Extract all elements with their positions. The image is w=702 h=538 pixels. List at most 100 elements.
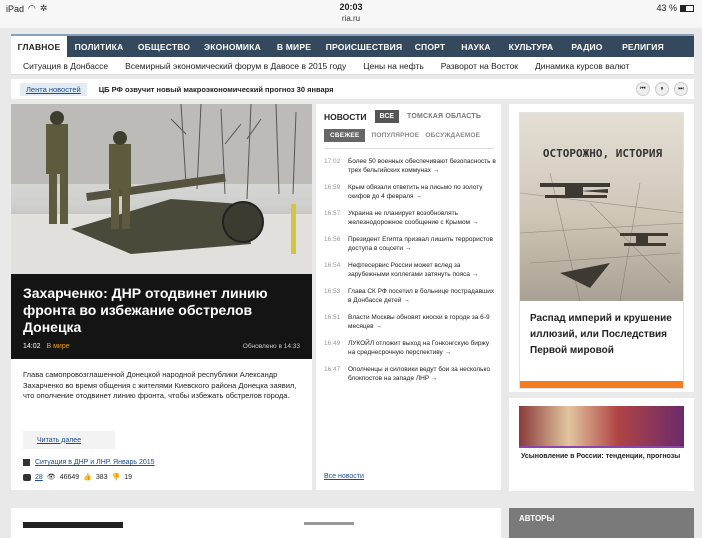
nav-item-incidents[interactable]: ПРОИСШЕСТВИЯ <box>320 36 408 57</box>
lead-story: Захарченко: ДНР отодвинет линию фронта в… <box>11 104 312 490</box>
promo-block[interactable]: Усыновление в России: тенденции, прогноз… <box>509 398 694 491</box>
comments-icon <box>23 473 31 481</box>
ad-accent-bar <box>520 381 683 388</box>
list-item[interactable]: 16:59 Крым обязали ответить на письмо по … <box>324 183 496 201</box>
news-text[interactable]: Украина не планирует возобновлять железн… <box>348 209 496 227</box>
lead-story-stats: 28 👁 46649 👍 383 👎 19 <box>23 473 132 481</box>
subnav-link-davos[interactable]: Всемирный экономический форум в Давосе в… <box>125 61 346 71</box>
section-heading-partial <box>23 522 123 528</box>
lead-story-caption[interactable]: Захарченко: ДНР отодвинет линию фронта в… <box>11 274 312 359</box>
filter-fresh[interactable]: СВЕЖЕЕ <box>324 129 366 142</box>
nav-item-religion[interactable]: РЕЛИГИЯ <box>612 36 674 57</box>
nav-item-main[interactable]: ГЛАВНОЕ <box>11 36 67 57</box>
list-item[interactable]: 16:49 ЛУКОЙЛ отложит выход на Гонконгскую… <box>324 339 496 357</box>
authors-header: АВТОРЫ <box>509 508 694 538</box>
list-item[interactable]: 16:47 Ополченцы и силовики ведут бои за н… <box>324 365 496 383</box>
views-count: 46649 <box>59 473 80 481</box>
list-item[interactable]: 16:53 Глава СК РФ посетил в больнице пост… <box>324 287 496 305</box>
news-tab-region[interactable]: ТОМСКАЯ ОБЛАСТЬ <box>407 113 481 120</box>
promo-caption[interactable]: Усыновление в России: тенденции, прогноз… <box>521 452 681 461</box>
next-icon[interactable]: ⏭ <box>674 82 688 96</box>
lead-story-title[interactable]: Захарченко: ДНР отодвинет линию фронта в… <box>23 285 300 336</box>
history-ad-banner[interactable]: ОСТОРОЖНО, ИСТОРИЯ Распад империй и круш… <box>519 112 684 389</box>
nav-item-radio[interactable]: РАДИО <box>562 36 612 57</box>
nav-item-culture[interactable]: КУЛЬТУРА <box>500 36 562 57</box>
subnav-link-donbass[interactable]: Ситуация в Донбассе <box>23 61 108 71</box>
news-text[interactable]: Ополченцы и силовики ведут бои за нескол… <box>348 365 496 383</box>
subnav-link-east[interactable]: Разворот на Восток <box>441 61 518 71</box>
news-title: НОВОСТИ <box>324 111 367 122</box>
news-tab-all[interactable]: ВСЕ <box>374 110 400 123</box>
news-header: НОВОСТИ ВСЕ ТОМСКАЯ ОБЛАСТЬ <box>324 110 481 123</box>
promo-accent-line <box>519 446 684 448</box>
ios-status-bar: iPad ◠ ✲ 20:03 ria.ru 43 % <box>0 0 702 28</box>
filter-popular[interactable]: ПОПУЛЯРНОЕ <box>371 130 419 141</box>
lead-story-meta: 14:02 В мире <box>23 343 70 350</box>
news-text[interactable]: ЛУКОЙЛ отложит выход на Гонконгскую бирж… <box>348 339 496 357</box>
status-center: 20:03 ria.ru <box>0 2 702 24</box>
section-tab-partial <box>304 522 354 525</box>
lead-story-time: 14:02 <box>23 343 41 350</box>
all-news-link[interactable]: Все новости <box>324 473 364 480</box>
ad-heading: ОСТОРОЖНО, ИСТОРИЯ <box>542 147 663 160</box>
news-time: 16:54 <box>324 262 341 269</box>
story-link[interactable]: Ситуация в ДНР и ЛНР. Январь 2015 <box>23 459 155 466</box>
previous-icon[interactable]: ⏮ <box>636 82 650 96</box>
news-list: 17:02 Более 50 военных обеспечивают безоп… <box>324 157 496 391</box>
address-url[interactable]: ria.ru <box>0 13 702 24</box>
list-item[interactable]: 16:51 Власти Москвы обновят киоски в горо… <box>324 313 496 331</box>
list-item[interactable]: 16:57 Украина не планирует возобновлять ж… <box>324 209 496 227</box>
news-feed-column: НОВОСТИ ВСЕ ТОМСКАЯ ОБЛАСТЬ СВЕЖЕЕ ПОПУЛ… <box>316 104 501 490</box>
comments-count[interactable]: 28 <box>35 474 43 481</box>
nav-item-world[interactable]: В МИРЕ <box>268 36 320 57</box>
news-time: 16:53 <box>324 288 341 295</box>
lead-story-rubric[interactable]: В мире <box>46 343 69 350</box>
pause-icon[interactable]: ⏸ <box>655 82 669 96</box>
biplane-illustration <box>520 172 683 302</box>
right-ad-column: ОСТОРОЖНО, ИСТОРИЯ Распад империй и круш… <box>509 104 694 392</box>
like-icon[interactable]: 👍 <box>83 473 92 481</box>
ticker-feed-link[interactable]: Лента новостей <box>20 82 87 96</box>
nav-item-politics[interactable]: ПОЛИТИКА <box>67 36 131 57</box>
bottom-section-partial <box>11 508 501 538</box>
nav-item-economy[interactable]: ЭКОНОМИКА <box>197 36 268 57</box>
views-icon: 👁 <box>46 474 56 481</box>
news-time: 16:47 <box>324 366 341 373</box>
news-text[interactable]: Власти Москвы обновят киоски в городе за… <box>348 313 496 331</box>
story-link-label[interactable]: Ситуация в ДНР и ЛНР. Январь 2015 <box>35 459 155 466</box>
lead-story-photo[interactable] <box>11 104 312 274</box>
news-text[interactable]: Нефтесервис России может вслед за зарубе… <box>348 261 496 279</box>
news-time: 16:51 <box>324 314 341 321</box>
list-item[interactable]: 16:56 Президент Египта призвал лишить тер… <box>324 235 496 253</box>
filter-discussed[interactable]: ОБСУЖДАЕМОЕ <box>425 130 480 141</box>
news-time: 16:59 <box>324 184 341 191</box>
news-text[interactable]: Крым обязали ответить на письмо по золот… <box>348 183 496 201</box>
nav-item-sport[interactable]: СПОРТ <box>408 36 452 57</box>
list-item[interactable]: 17:02 Более 50 военных обеспечивают безоп… <box>324 157 496 175</box>
news-text[interactable]: Более 50 военных обеспечивают безопаснос… <box>348 157 496 175</box>
ticker-headline[interactable]: ЦБ РФ озвучит новый макроэкономический п… <box>99 85 334 94</box>
lead-story-summary: Глава самопровозглашенной Донецкой народ… <box>23 370 297 400</box>
dislikes-count: 19 <box>124 473 133 481</box>
news-ticker: Лента новостей ЦБ РФ озвучит новый макро… <box>11 79 694 99</box>
clock: 20:03 <box>339 2 363 12</box>
battery-icon <box>680 4 694 12</box>
nav-item-science[interactable]: НАУКА <box>452 36 500 57</box>
list-item[interactable]: 16:54 Нефтесервис России может вслед за з… <box>324 261 496 279</box>
news-text[interactable]: Глава СК РФ посетил в больнице пострадав… <box>348 287 496 305</box>
nav-item-society[interactable]: ОБЩЕСТВО <box>131 36 197 57</box>
dislike-icon[interactable]: 👎 <box>112 473 121 481</box>
divider <box>324 148 494 149</box>
news-filters: СВЕЖЕЕ ПОПУЛЯРНОЕ ОБСУЖДАЕМОЕ <box>324 129 480 142</box>
news-time: 16:56 <box>324 236 341 243</box>
status-right: 43 % <box>656 3 694 13</box>
story-icon <box>23 459 30 466</box>
subnav-link-currency[interactable]: Динамика курсов валют <box>535 61 629 71</box>
ad-body: Распад империй и крушение иллюзий, или П… <box>530 313 672 356</box>
read-more-button[interactable]: Читать далее <box>23 431 115 449</box>
photo-illustration <box>11 104 312 274</box>
news-text[interactable]: Президент Египта призвал лишить террорис… <box>348 235 496 253</box>
ad-artwork: ОСТОРОЖНО, ИСТОРИЯ <box>520 113 683 302</box>
lead-story-updated: Обновлено в 14:33 <box>242 343 300 350</box>
subnav-link-oil[interactable]: Цены на нефть <box>363 61 424 71</box>
